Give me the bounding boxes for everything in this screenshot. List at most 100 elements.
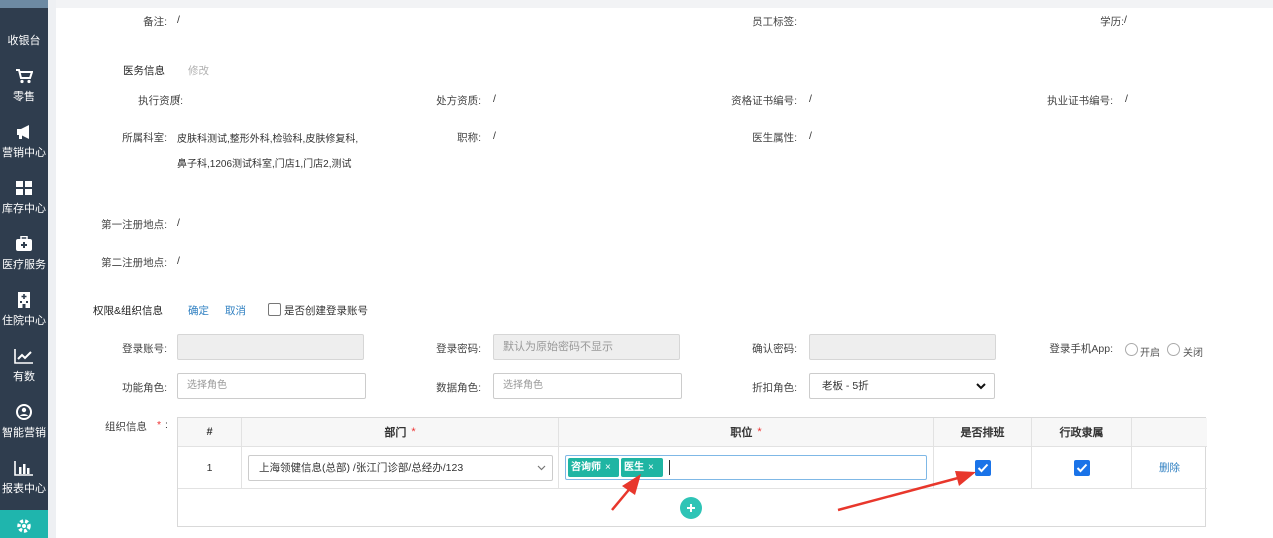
sidebar-item-label: 零售 (13, 91, 35, 103)
grid-icon (0, 178, 48, 198)
account-input[interactable] (177, 334, 364, 360)
row-schedule-cell (934, 447, 1032, 489)
col-header-actions (1132, 418, 1207, 447)
second-reg-place-label: 第二注册地点: (101, 257, 167, 269)
sidebar-item-youshu[interactable]: 有数 (0, 338, 48, 394)
row-department-cell: 上海领健信息(总部) /张江门诊部/总经办/123 (242, 447, 559, 489)
remark-label: 备注: (143, 16, 167, 28)
sidebar-item-settings[interactable] (0, 510, 48, 538)
org-info-required-mark: * (157, 419, 162, 431)
megaphone-icon (0, 122, 48, 142)
sidebar-item-label: 收银台 (7, 35, 41, 47)
sidebar-item-medical[interactable]: 医疗服务 (0, 226, 48, 282)
password-placeholder: 默认为原始密码不显示 (503, 341, 613, 353)
row-index: 1 (206, 461, 213, 474)
exec-qualification-value: / (177, 93, 180, 105)
row-admin-cell (1032, 447, 1132, 489)
data-role-placeholder: 选择角色 (503, 380, 543, 391)
education-value: / (1124, 14, 1127, 26)
function-role-placeholder: 选择角色 (187, 380, 227, 391)
gear-icon (0, 516, 48, 536)
password-input[interactable]: 默认为原始密码不显示 (493, 334, 680, 360)
bar-chart-icon (0, 458, 48, 478)
password-label: 登录密码: (436, 343, 481, 355)
org-info-label: 组织信息 (105, 421, 147, 433)
license-number-value: / (1125, 93, 1128, 105)
sidebar-item-label: 营销中心 (2, 147, 46, 159)
sidebar-item-label: 智能营销 (2, 427, 46, 439)
job-title-label: 职称: (457, 132, 481, 144)
org-info-colon: : (165, 419, 168, 431)
hospital-icon (0, 290, 48, 310)
discount-role-select[interactable]: 老板 - 5折 (809, 373, 995, 399)
trend-chart-icon (0, 346, 48, 366)
row-actions-cell: 删除 (1132, 447, 1207, 489)
data-role-input[interactable]: 选择角色 (493, 373, 682, 399)
function-role-label: 功能角色: (122, 382, 167, 394)
create-account-checkbox[interactable] (268, 303, 281, 316)
add-row-button[interactable] (680, 497, 702, 519)
sidebar-item-label: 库存中心 (2, 203, 46, 215)
first-reg-place-value: / (177, 217, 180, 229)
sidebar-item-label: 住院中心 (2, 315, 46, 327)
permission-section-title: 权限&组织信息 (93, 305, 164, 317)
app-on-radio[interactable] (1125, 343, 1138, 356)
department-value: 上海领健信息(总部) /张江门诊部/总经办/123 (259, 462, 464, 474)
data-role-label: 数据角色: (436, 382, 481, 394)
sidebar-item-inventory[interactable]: 库存中心 (0, 170, 48, 226)
main-panel: 备注: / 员工标签: 学历: / 医务信息 修改 执行资质: / 处方资质: … (56, 0, 1273, 538)
required-mark: * (411, 426, 416, 438)
medical-edit-link[interactable]: 修改 (188, 63, 209, 78)
medical-section-title: 医务信息 (123, 65, 165, 77)
department-label: 所属科室: (122, 132, 167, 144)
col-header-department: 部门 * (242, 418, 559, 447)
position-tag-input[interactable]: 咨询师 × 医生 × (565, 455, 927, 480)
sidebar-item-label: 有数 (13, 371, 35, 383)
app-root: 收银台 零售 营销中心 库存中心 医疗服务 住院中心 有数 智能营销 报表中心 … (0, 0, 1273, 538)
position-tag: 医生 × (621, 458, 663, 477)
plus-icon (687, 504, 695, 512)
confirm-password-label: 确认密码: (752, 343, 797, 355)
confirm-password-input[interactable] (809, 334, 996, 360)
discount-role-label: 折扣角色: (752, 382, 797, 394)
confirm-link[interactable]: 确定 (188, 303, 209, 318)
account-label: 登录账号: (122, 343, 167, 355)
delete-row-link[interactable]: 删除 (1159, 460, 1180, 475)
sidebar-item-marketing[interactable]: 营销中心 (0, 114, 48, 170)
remark-value: / (177, 14, 180, 26)
cert-number-label: 资格证书编号: (731, 95, 797, 107)
sidebar-item-smart-marketing[interactable]: 智能营销 (0, 394, 48, 450)
education-label: 学历: (1100, 16, 1124, 28)
job-title-value: / (493, 130, 496, 142)
second-reg-place-value: / (177, 255, 180, 267)
smart-marketing-icon (0, 402, 48, 422)
sidebar-item-label: 报表中心 (2, 483, 46, 495)
col-header-position: 职位 * (559, 418, 934, 447)
sidebar-item-reports[interactable]: 报表中心 (0, 450, 48, 506)
cancel-link[interactable]: 取消 (225, 303, 246, 318)
sidebar-item-label: 医疗服务 (2, 259, 46, 271)
sidebar: 收银台 零售 营销中心 库存中心 医疗服务 住院中心 有数 智能营销 报表中心 (0, 0, 48, 538)
tag-remove-icon[interactable]: × (648, 458, 654, 477)
row-position-cell: 咨询师 × 医生 × (559, 447, 934, 489)
sidebar-item-retail[interactable]: 零售 (0, 58, 48, 114)
app-on-label: 开启 (1140, 348, 1160, 359)
chevron-down-icon (976, 374, 986, 398)
sidebar-logo-strip (0, 0, 48, 8)
schedule-checkbox[interactable] (974, 459, 991, 476)
rx-qualification-label: 处方资质: (436, 95, 481, 107)
tag-remove-icon[interactable]: × (605, 458, 611, 477)
sidebar-item-inpatient[interactable]: 住院中心 (0, 282, 48, 338)
department-select[interactable]: 上海领健信息(总部) /张江门诊部/总经办/123 (248, 455, 553, 481)
department-value: 皮肤科测试,整形外科,检验科,皮肤修复科,鼻子科,1206测试科室,门店1,门店… (177, 134, 359, 170)
doctor-attribute-label: 医生属性: (752, 132, 797, 144)
col-header-schedule: 是否排班 (934, 418, 1032, 447)
function-role-input[interactable]: 选择角色 (177, 373, 366, 399)
doctor-attribute-value: / (809, 130, 812, 142)
medical-kit-icon (0, 234, 48, 254)
admin-checkbox[interactable] (1073, 459, 1090, 476)
position-tag: 咨询师 × (568, 458, 619, 477)
app-off-radio[interactable] (1167, 343, 1180, 356)
required-mark: * (757, 426, 762, 438)
mobile-app-label: 登录手机App: (1049, 343, 1113, 355)
